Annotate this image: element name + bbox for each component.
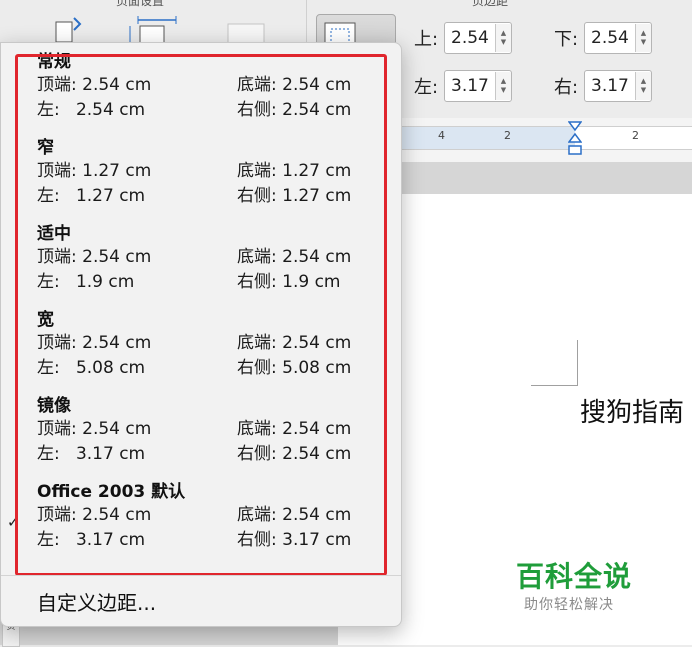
- preset-left: 左: 3.17 cm: [37, 530, 146, 550]
- margins-dropdown-menu: 常规 顶端: 2.54 cm 底端: 2.54 cm 左: 2.54 cm 右侧: …: [0, 42, 402, 627]
- preset-row: 顶端: 1.27 cm 底端: 1.27 cm: [37, 159, 377, 184]
- margin-preset-wide[interactable]: 宽 顶端: 2.54 cm 底端: 2.54 cm 左: 5.08 cm 右侧: 5…: [37, 309, 377, 381]
- preset-bottom: 底端: 1.27 cm: [237, 161, 352, 181]
- preset-name: 镜像: [37, 396, 71, 416]
- margin-preset-normal[interactable]: 常规 顶端: 2.54 cm 底端: 2.54 cm 左: 2.54 cm 右侧: …: [37, 51, 377, 123]
- bottom-margin-field: 下: 2.54 ▲ ▼: [548, 22, 652, 54]
- ruler-number: 2: [504, 129, 511, 142]
- preset-top: 顶端: 2.54 cm: [37, 505, 152, 525]
- top-margin-field: 上: 2.54 ▲ ▼: [408, 22, 512, 54]
- ruler-number: 2: [632, 129, 639, 142]
- preset-left: 左: 5.08 cm: [37, 358, 146, 378]
- right-margin-stepper[interactable]: 3.17 ▲ ▼: [584, 70, 652, 102]
- ruler-margin-shade: [400, 126, 575, 150]
- preset-right: 右侧: 5.08 cm: [237, 358, 352, 378]
- left-margin-field: 左: 3.17 ▲ ▼: [408, 70, 512, 102]
- preset-name: 适中: [37, 224, 71, 244]
- preset-row: 顶端: 2.54 cm 底端: 2.54 cm: [37, 73, 377, 98]
- margin-corner-mark: [531, 385, 577, 386]
- preset-row: 顶端: 2.54 cm 底端: 2.54 cm: [37, 503, 377, 528]
- preset-left: 左: 2.54 cm: [37, 100, 146, 120]
- preset-row: 左: 2.54 cm 右侧: 2.54 cm: [37, 98, 377, 123]
- preset-right: 右侧: 2.54 cm: [237, 444, 352, 464]
- size-icon[interactable]: [126, 14, 180, 44]
- preset-right: 右侧: 1.27 cm: [237, 186, 352, 206]
- watermark-subtitle: 助你轻松解决: [524, 597, 614, 613]
- left-margin-stepper[interactable]: 3.17 ▲ ▼: [444, 70, 512, 102]
- stepper-arrows-icon[interactable]: ▲ ▼: [635, 24, 651, 52]
- page-setup-group-title: 页面设置: [116, 0, 165, 8]
- preset-bottom: 底端: 2.54 cm: [237, 333, 352, 353]
- preset-bottom: 底端: 2.54 cm: [237, 505, 352, 525]
- orientation-icon[interactable]: [54, 14, 88, 44]
- preset-top: 顶端: 1.27 cm: [37, 161, 152, 181]
- menu-divider: [1, 575, 401, 576]
- left-margin-value[interactable]: 3.17: [445, 76, 495, 96]
- preset-row: 左: 3.17 cm 右侧: 2.54 cm: [37, 442, 377, 467]
- document-text[interactable]: 搜狗指南: [580, 392, 684, 429]
- top-margin-label: 上:: [413, 29, 439, 50]
- preset-row: 顶端: 2.54 cm 底端: 2.54 cm: [37, 245, 377, 270]
- preset-top: 顶端: 2.54 cm: [37, 419, 152, 439]
- custom-margins-menu-item[interactable]: 自定义边距...: [37, 587, 156, 616]
- bottom-margin-label: 下:: [553, 29, 579, 50]
- preset-name: Office 2003 默认: [37, 482, 186, 502]
- preset-row: 左: 1.27 cm 右侧: 1.27 cm: [37, 184, 377, 209]
- preset-name: 窄: [37, 138, 54, 158]
- preset-top: 顶端: 2.54 cm: [37, 333, 152, 353]
- preset-name: 常规: [37, 52, 71, 72]
- preset-top: 顶端: 2.54 cm: [37, 247, 152, 267]
- left-margin-label: 左:: [413, 77, 439, 98]
- preset-right: 右侧: 1.9 cm: [237, 272, 341, 292]
- preset-left: 左: 1.27 cm: [37, 186, 146, 206]
- margin-preset-mirrored[interactable]: 镜像 顶端: 2.54 cm 底端: 2.54 cm 左: 3.17 cm 右侧: …: [37, 395, 377, 467]
- top-margin-value[interactable]: 2.54: [445, 28, 495, 48]
- bottom-margin-value[interactable]: 2.54: [585, 28, 635, 48]
- preset-top: 顶端: 2.54 cm: [37, 75, 152, 95]
- bottom-margin-stepper[interactable]: 2.54 ▲ ▼: [584, 22, 652, 54]
- right-margin-label: 右:: [553, 77, 579, 98]
- margin-preset-moderate[interactable]: 适中 顶端: 2.54 cm 底端: 2.54 cm 左: 1.9 cm 右侧: 1…: [37, 223, 377, 295]
- preset-right: 右侧: 2.54 cm: [237, 100, 352, 120]
- checkmark-icon: ✓: [7, 513, 20, 531]
- ruler-number: 4: [438, 129, 445, 142]
- preset-row: 顶端: 2.54 cm 底端: 2.54 cm: [37, 417, 377, 442]
- preset-left: 左: 1.9 cm: [37, 272, 135, 292]
- preset-name: 宽: [37, 310, 54, 330]
- preset-row: 左: 5.08 cm 右侧: 5.08 cm: [37, 356, 377, 381]
- preset-bottom: 底端: 2.54 cm: [237, 419, 352, 439]
- preset-row: 左: 3.17 cm 右侧: 3.17 cm: [37, 528, 377, 553]
- margin-preset-narrow[interactable]: 窄 顶端: 1.27 cm 底端: 1.27 cm 左: 1.27 cm 右侧: 1…: [37, 137, 377, 209]
- preset-bottom: 底端: 2.54 cm: [237, 247, 352, 267]
- stepper-arrows-icon[interactable]: ▲ ▼: [635, 72, 651, 100]
- horizontal-ruler[interactable]: 4 2 2: [400, 118, 692, 163]
- margins-group-title: 页边距: [472, 0, 509, 8]
- margin-preset-office-2003[interactable]: Office 2003 默认 顶端: 2.54 cm 底端: 2.54 cm 左:…: [37, 481, 377, 553]
- stepper-arrows-icon[interactable]: ▲ ▼: [495, 24, 511, 52]
- preset-bottom: 底端: 2.54 cm: [237, 75, 352, 95]
- watermark-title: 百科全说: [516, 560, 633, 593]
- preset-row: 顶端: 2.54 cm 底端: 2.54 cm: [37, 331, 377, 356]
- preset-row: 左: 1.9 cm 右侧: 1.9 cm: [37, 270, 377, 295]
- stepper-arrows-icon[interactable]: ▲ ▼: [495, 72, 511, 100]
- margin-corner-mark: [577, 340, 578, 386]
- preset-right: 右侧: 3.17 cm: [237, 530, 352, 550]
- preset-left: 左: 3.17 cm: [37, 444, 146, 464]
- right-margin-value[interactable]: 3.17: [585, 76, 635, 96]
- top-margin-stepper[interactable]: 2.54 ▲ ▼: [444, 22, 512, 54]
- indent-marker-icon[interactable]: [568, 120, 582, 158]
- right-margin-field: 右: 3.17 ▲ ▼: [548, 70, 652, 102]
- ruler-gutter: [400, 162, 692, 194]
